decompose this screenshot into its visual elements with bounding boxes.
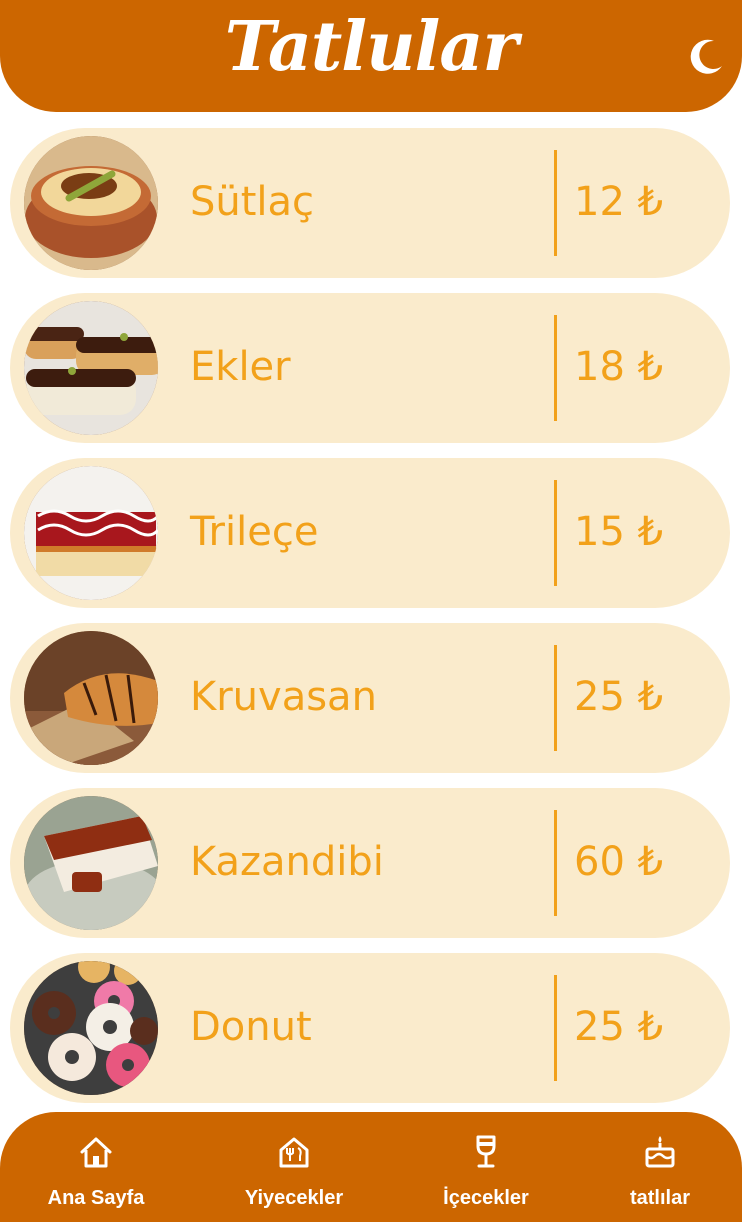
item-price: 15 ₺	[574, 509, 664, 555]
nav-desserts[interactable]: tatlılar	[585, 1134, 735, 1214]
nav-label: Ana Sayfa	[47, 1187, 145, 1209]
item-image	[24, 466, 158, 600]
item-image	[24, 136, 158, 270]
item-name: Sütlaç	[190, 179, 315, 225]
nav-home[interactable]: Ana Sayfa	[21, 1134, 171, 1214]
nav-label: tatlılar	[629, 1187, 691, 1209]
list-item[interactable]: Donut 25 ₺	[10, 953, 730, 1103]
item-price: 18 ₺	[574, 344, 664, 390]
divider	[554, 480, 557, 586]
page-title: Tatlular	[224, 7, 519, 87]
nav-foods[interactable]: Yiyecekler	[219, 1134, 369, 1214]
list-item[interactable]: Ekler 18 ₺	[10, 293, 730, 443]
item-name: Ekler	[190, 344, 291, 390]
wine-glass-icon	[476, 1135, 496, 1168]
nav-drinks[interactable]: İçecekler	[411, 1134, 561, 1214]
item-name: Kazandibi	[190, 839, 384, 885]
divider	[554, 315, 557, 421]
list-item[interactable]: Kazandibi 60 ₺	[10, 788, 730, 938]
item-price: 60 ₺	[574, 839, 664, 885]
item-name: Donut	[190, 1004, 312, 1050]
home-icon	[80, 1137, 112, 1168]
theme-toggle-button[interactable]	[684, 36, 726, 78]
item-name: Trileçe	[190, 509, 319, 555]
item-image	[24, 631, 158, 765]
divider	[554, 810, 557, 916]
item-image	[24, 301, 158, 435]
item-image	[24, 796, 158, 930]
item-price: 25 ₺	[574, 1004, 664, 1050]
item-price: 12 ₺	[574, 179, 664, 225]
item-name: Kruvasan	[190, 674, 377, 720]
nav-label: Yiyecekler	[244, 1187, 344, 1209]
divider	[554, 150, 557, 256]
item-price: 25 ₺	[574, 674, 664, 720]
list-item[interactable]: Kruvasan 25 ₺	[10, 623, 730, 773]
cake-icon	[645, 1136, 675, 1168]
app-header: Tatlular	[0, 0, 742, 112]
moon-icon	[690, 39, 722, 74]
item-image	[24, 961, 158, 1095]
list-item[interactable]: Sütlaç 12 ₺	[10, 128, 730, 278]
restaurant-icon	[279, 1137, 309, 1168]
bottom-navigation: Ana Sayfa Yiyecekler İçecekler tatlılar	[0, 1112, 742, 1222]
divider	[554, 645, 557, 751]
list-item[interactable]: Trileçe 15 ₺	[10, 458, 730, 608]
nav-label: İçecekler	[443, 1187, 529, 1209]
divider	[554, 975, 557, 1081]
